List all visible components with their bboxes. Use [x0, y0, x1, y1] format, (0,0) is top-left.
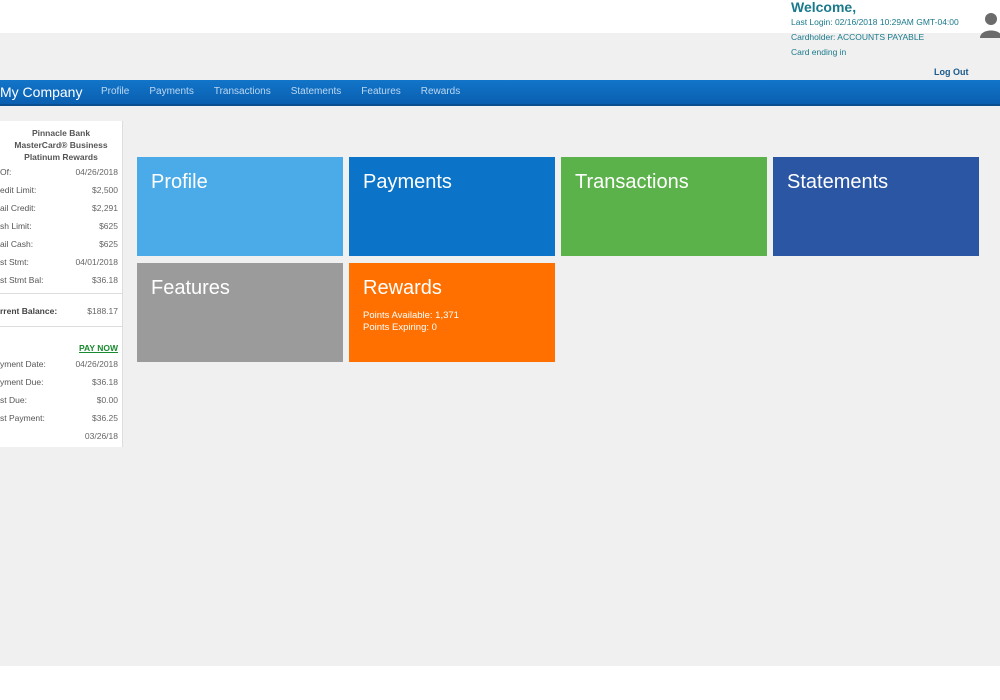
current-balance-row: rrent Balance: $188.17 [0, 298, 122, 322]
row-label: ail Cash: [0, 239, 34, 249]
pay-now-link[interactable]: PAY NOW [79, 343, 118, 353]
row-label: yment Due: [0, 377, 44, 387]
row-label: st Payment: [0, 413, 45, 423]
card-ending: Card ending in [791, 47, 847, 57]
summary-row: st Stmt Bal: $36.18 [0, 271, 122, 289]
row-value: 04/26/2018 [75, 359, 118, 369]
current-balance-value: $188.17 [87, 306, 118, 316]
row-value: 03/26/18 [84, 431, 118, 441]
summary-row: edit Limit: $2,500 [0, 181, 122, 199]
row-label: edit Limit: [0, 185, 37, 195]
row-label: st Due: [0, 395, 27, 405]
row-value: $0.00 [96, 395, 118, 405]
row-value: $36.18 [92, 377, 118, 387]
header: Welcome, Last Login: 02/16/2018 10:29AM … [0, 0, 1000, 80]
nav-menu: Profile Payments Transactions Statements… [101, 86, 480, 97]
tile-title: Statements [787, 171, 889, 193]
tile-features[interactable]: Features [137, 263, 343, 362]
summary-row: ail Cash: $625 [0, 235, 122, 253]
payment-row: yment Date: 04/26/2018 [0, 355, 122, 373]
row-label: st Stmt: [0, 257, 29, 267]
nav-bar: My Company Profile Payments Transactions… [0, 80, 1000, 106]
row-label: ail Credit: [0, 203, 36, 213]
welcome-block: Welcome, Last Login: 02/16/2018 10:29AM … [791, 0, 959, 60]
user-icon[interactable] [980, 12, 1000, 38]
tile-title: Features [151, 277, 230, 299]
tile-payments[interactable]: Payments [349, 157, 555, 256]
program-name: Platinum Rewards [24, 152, 98, 162]
summary-row: ail Credit: $2,291 [0, 199, 122, 217]
bank-name: Pinnacle Bank [31, 128, 91, 138]
tile-title: Transactions [575, 171, 689, 193]
tile-rewards[interactable]: Rewards Points Available: 1,371 Points E… [349, 263, 555, 362]
nav-item-profile[interactable]: Profile [101, 86, 129, 97]
nav-item-rewards[interactable]: Rewards [421, 86, 460, 97]
row-value: $36.18 [92, 275, 118, 285]
summary-row: sh Limit: $625 [0, 217, 122, 235]
welcome-title: Welcome, [791, 0, 857, 15]
last-login: Last Login: 02/16/2018 10:29AM GMT-04:00 [791, 17, 959, 27]
brand-link[interactable]: My Company [0, 84, 82, 100]
tile-title: Payments [363, 171, 452, 193]
nav-item-payments[interactable]: Payments [149, 86, 193, 97]
payment-row: st Due: $0.00 [0, 391, 122, 409]
row-value: $2,291 [92, 203, 118, 213]
row-value: $625 [99, 221, 118, 231]
pay-now-row: PAY NOW [0, 331, 122, 355]
nav-item-statements[interactable]: Statements [291, 86, 342, 97]
tile-profile[interactable]: Profile [137, 157, 343, 256]
cardholder: Cardholder: ACCOUNTS PAYABLE [791, 32, 925, 42]
row-value: 04/01/2018 [75, 257, 118, 267]
points-available: Points Available: 1,371 [363, 310, 459, 321]
row-value: $36.25 [92, 413, 118, 423]
row-label: yment Date: [0, 359, 46, 369]
payment-row: 03/26/18 [0, 427, 122, 445]
row-value: 04/26/2018 [75, 167, 118, 177]
summary-row: Of: 04/26/2018 [0, 163, 122, 181]
tile-title: Rewards [363, 277, 442, 299]
account-summary-panel: Pinnacle Bank MasterCard® Business Plati… [0, 121, 123, 447]
row-value: $2,500 [92, 185, 118, 195]
points-expiring: Points Expiring: 0 [363, 322, 437, 333]
row-value: $625 [99, 239, 118, 249]
logout-link[interactable]: Log Out [934, 67, 969, 77]
nav-item-features[interactable]: Features [361, 86, 400, 97]
divider [0, 326, 122, 327]
nav-item-transactions[interactable]: Transactions [214, 86, 271, 97]
tile-title: Profile [151, 171, 208, 193]
payment-row: st Payment: $36.25 [0, 409, 122, 427]
card-name: MasterCard® Business [14, 140, 108, 150]
current-balance-label: rrent Balance: [0, 306, 58, 316]
row-label: st Stmt Bal: [0, 275, 44, 285]
tile-transactions[interactable]: Transactions [561, 157, 767, 256]
row-label: sh Limit: [0, 221, 32, 231]
row-label: Of: [0, 167, 12, 177]
divider [0, 293, 122, 294]
tile-statements[interactable]: Statements [773, 157, 979, 256]
payment-row: yment Due: $36.18 [0, 373, 122, 391]
summary-row: st Stmt: 04/01/2018 [0, 253, 122, 271]
